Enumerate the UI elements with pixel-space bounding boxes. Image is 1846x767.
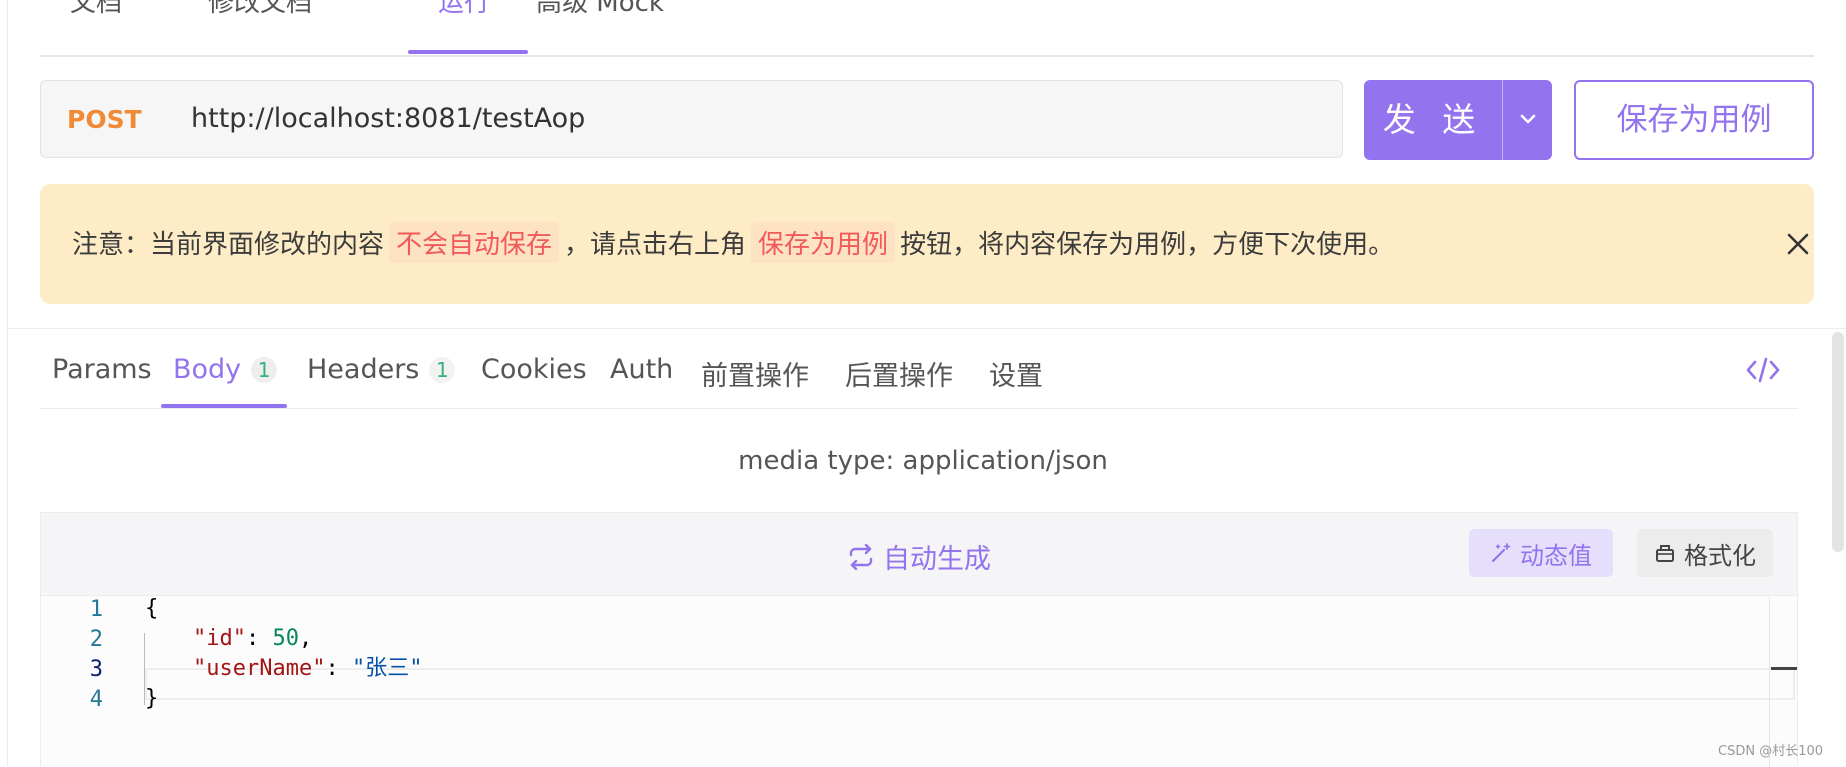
format-button[interactable]: 格式化 [1637,529,1773,577]
tab-headers[interactable]: Headers 1 [307,354,456,385]
active-tab-indicator [408,50,528,54]
code-line-4: } [145,681,158,717]
refresh-icon [849,543,873,570]
tab-auth[interactable]: Auth [610,354,673,385]
format-icon [1656,545,1674,562]
notice-middle: ，请点击右上角 [564,230,747,260]
page-scrollbar[interactable] [1832,332,1844,552]
notice-highlight-autosave: 不会自动保存 [389,222,560,263]
tab-headers-label: Headers [307,354,420,385]
code-icon [1746,357,1780,383]
json-comma: , [298,626,313,651]
tab-params[interactable]: Params [52,354,152,385]
headers-count-badge: 1 [429,356,456,383]
auto-generate-label: 自动生成 [883,544,991,575]
tab-params-label: Params [52,354,152,385]
dynamic-value-label: 动态值 [1520,541,1592,570]
close-brace: } [145,686,159,711]
send-button[interactable]: 发 送 [1364,80,1552,160]
line-number: 3 [89,657,103,682]
json-key-id: "id" [193,626,246,651]
editor-toolbar: 自动生成 动态值 格式化 [41,513,1797,596]
json-separator: : [325,656,352,681]
line-number: 2 [89,627,103,652]
tab-post-operations[interactable]: 后置操作 [845,354,953,393]
watermark: CSDN @村长100 [1718,744,1824,759]
tab-body[interactable]: Body 1 [173,354,278,385]
line-number: 1 [89,597,103,622]
tab-edit-docs[interactable]: 修改文档 [208,0,312,19]
tab-pre-operations[interactable]: 前置操作 [701,354,809,393]
json-value-id: 50 [272,626,299,651]
magic-wand-icon [1491,543,1511,563]
tab-run[interactable]: 运行 [438,0,490,19]
media-type-label: media type: application/json [738,446,1108,476]
json-key-username: "userName" [193,656,326,681]
url-input[interactable]: http://localhost:8081/testAop [191,103,585,134]
tab-body-label: Body [173,354,242,385]
tab-post-operations-label: 后置操作 [845,361,953,392]
close-button[interactable] [1780,226,1816,262]
top-tab-bar: 文档 修改文档 运行 高级 Mock [40,0,1814,57]
line-number: 4 [89,687,103,712]
body-count-badge: 1 [251,356,278,383]
tab-advanced-mock[interactable]: 高级 Mock [536,0,664,19]
notice-text: 注意：当前界面修改的内容 不会自动保存 ，请点击右上角 保存为用例 按钮，将内容… [72,222,1394,263]
tab-cookies[interactable]: Cookies [481,354,587,385]
generate-code-button[interactable] [1745,356,1781,384]
tab-settings-label: 设置 [989,361,1043,392]
close-icon [1787,233,1809,255]
tab-settings[interactable]: 设置 [989,354,1043,393]
dynamic-value-button[interactable]: 动态值 [1469,529,1613,577]
minimap-cursor-marker [1771,667,1797,670]
notice-highlight-save-case: 保存为用例 [751,222,896,263]
active-body-tab-indicator [161,404,287,408]
notice-prefix: 注意：当前界面修改的内容 [72,230,385,260]
code-line-1: { [145,591,158,627]
url-input-box[interactable]: POST http://localhost:8081/testAop [40,80,1343,158]
format-label: 格式化 [1684,541,1756,570]
left-border [7,0,8,766]
chevron-down-icon [1520,114,1536,124]
save-as-case-button[interactable]: 保存为用例 [1574,80,1814,160]
notice-banner: 注意：当前界面修改的内容 不会自动保存 ，请点击右上角 保存为用例 按钮，将内容… [40,184,1814,304]
section-divider [7,328,1846,329]
request-tab-bar: Params Body 1 Headers 1 Cookies Auth 前置操作 … [40,338,1798,409]
json-value-username: "张三" [351,656,423,681]
json-separator: : [245,626,273,651]
code-line-3: "userName": "张三" [193,651,422,687]
tab-auth-label: Auth [610,354,674,385]
open-brace: { [145,596,159,621]
tab-pre-operations-label: 前置操作 [701,361,809,392]
json-body-editor[interactable]: 自动生成 动态值 格式化 1 2 3 4 {"id": 50, "userNa… [40,512,1798,767]
send-dropdown-button[interactable] [1503,80,1552,160]
tab-cookies-label: Cookies [481,354,587,385]
tab-docs[interactable]: 文档 [70,0,122,19]
send-label[interactable]: 发 送 [1364,80,1502,160]
method-badge[interactable]: POST [67,105,142,134]
notice-suffix: 按钮，将内容保存为用例，方便下次使用。 [900,230,1395,260]
